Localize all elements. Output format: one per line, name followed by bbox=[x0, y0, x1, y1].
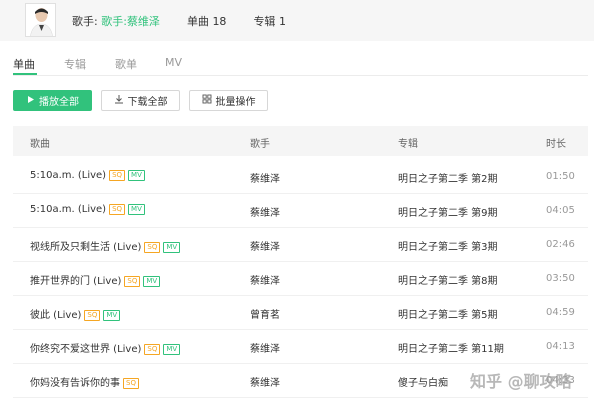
song-duration: 04:13 bbox=[546, 341, 575, 352]
song-title[interactable]: 你终究不爱这世界 (Live) bbox=[30, 344, 141, 355]
artist-header-bar: 歌手: 歌手:蔡维泽 单曲 18 专辑 1 bbox=[0, 0, 594, 41]
mv-badge[interactable]: MV bbox=[143, 276, 161, 287]
song-title-cell: 你妈没有告诉你的事 SQ bbox=[30, 374, 139, 389]
sq-badge: SQ bbox=[144, 242, 161, 253]
song-duration: 02:46 bbox=[546, 239, 575, 250]
play-all-button[interactable]: 播放全部 bbox=[13, 90, 92, 111]
mv-badge[interactable]: MV bbox=[128, 204, 145, 215]
play-icon bbox=[26, 95, 35, 107]
song-duration: 03:50 bbox=[546, 273, 575, 284]
song-artist[interactable]: 蔡维泽 bbox=[250, 374, 280, 389]
zhihu-watermark: 知乎 @聊攻略 bbox=[470, 372, 572, 391]
song-row[interactable]: 5:10a.m. (Live) SQ MV 蔡维泽 明日之子第二季 第2期 01:5… bbox=[13, 160, 588, 194]
song-artist[interactable]: 蔡维泽 bbox=[250, 272, 280, 287]
artist-info: 歌手: 歌手:蔡维泽 单曲 18 专辑 1 bbox=[72, 13, 286, 29]
song-duration: 04:05 bbox=[546, 205, 575, 216]
song-row[interactable]: 彼此 (Live) SQ MV 曾育茗 明日之子第二季 第5期 04:59 bbox=[13, 296, 588, 330]
column-header-artist: 歌手 bbox=[250, 139, 270, 150]
song-row[interactable]: 你终究不爱这世界 (Live) SQ MV 蔡维泽 明日之子第二季 第11期 04:… bbox=[13, 330, 588, 364]
tab-albums[interactable]: 专辑 bbox=[64, 56, 86, 72]
sq-badge: SQ bbox=[109, 170, 126, 181]
song-title-cell: 推开世界的门 (Live) SQ MV bbox=[30, 272, 161, 287]
song-row[interactable]: 视线所及只剩生活 (Live) SQ MV 蔡维泽 明日之子第二季 第3期 02:4… bbox=[13, 228, 588, 262]
singer-label: 歌手: bbox=[72, 15, 98, 28]
song-album[interactable]: 明日之子第二季 第11期 bbox=[398, 340, 504, 355]
singles-count: 18 bbox=[212, 15, 227, 28]
song-album[interactable]: 明日之子第二季 第3期 bbox=[398, 238, 498, 253]
sq-badge: SQ bbox=[123, 378, 139, 389]
mv-badge[interactable]: MV bbox=[163, 344, 181, 355]
song-title-cell: 视线所及只剩生活 (Live) SQ MV bbox=[30, 238, 181, 253]
song-table-header: 歌曲 歌手 专辑 时长 bbox=[13, 126, 588, 156]
mv-badge[interactable]: MV bbox=[128, 170, 145, 181]
song-artist[interactable]: 曾育茗 bbox=[250, 306, 280, 321]
song-title[interactable]: 5:10a.m. (Live) bbox=[30, 204, 106, 215]
sq-badge: SQ bbox=[124, 276, 141, 287]
grid-icon bbox=[202, 94, 212, 107]
singer-label-highlight[interactable]: 歌手: bbox=[101, 15, 127, 28]
batch-operation-button[interactable]: 批量操作 bbox=[189, 90, 268, 111]
column-header-song: 歌曲 bbox=[30, 139, 50, 150]
song-title[interactable]: 5:10a.m. (Live) bbox=[30, 170, 106, 181]
batch-operation-label: 批量操作 bbox=[215, 97, 256, 108]
song-title[interactable]: 视线所及只剩生活 (Live) bbox=[30, 242, 141, 253]
singles-label: 单曲 bbox=[186, 15, 209, 28]
play-all-label: 播放全部 bbox=[39, 97, 79, 108]
song-title-cell: 彼此 (Live) SQ MV bbox=[30, 306, 121, 321]
song-title-cell: 5:10a.m. (Live) SQ MV bbox=[30, 170, 145, 181]
column-header-album: 专辑 bbox=[398, 139, 418, 150]
song-artist[interactable]: 蔡维泽 bbox=[250, 340, 280, 355]
sq-badge: SQ bbox=[109, 204, 126, 215]
song-album[interactable]: 明日之子第二季 第5期 bbox=[398, 306, 498, 321]
download-all-button[interactable]: 下载全部 bbox=[101, 90, 180, 111]
song-album[interactable]: 明日之子第二季 第8期 bbox=[398, 272, 498, 287]
singer-name[interactable]: 蔡维泽 bbox=[127, 15, 160, 28]
tab-playlists[interactable]: 歌单 bbox=[115, 56, 137, 72]
song-row[interactable]: 推开世界的门 (Live) SQ MV 蔡维泽 明日之子第二季 第8期 03:50 bbox=[13, 262, 588, 296]
song-title[interactable]: 推开世界的门 (Live) bbox=[30, 276, 121, 287]
tab-singles[interactable]: 单曲 bbox=[13, 56, 35, 72]
sq-badge: SQ bbox=[84, 310, 101, 321]
albums-count: 1 bbox=[278, 15, 286, 28]
song-title-cell: 5:10a.m. (Live) SQ MV bbox=[30, 204, 145, 215]
mv-badge[interactable]: MV bbox=[163, 242, 181, 253]
song-title[interactable]: 彼此 (Live) bbox=[30, 310, 81, 321]
download-icon bbox=[114, 94, 124, 107]
tabs-divider bbox=[13, 75, 588, 76]
song-artist[interactable]: 蔡维泽 bbox=[250, 204, 280, 219]
song-album[interactable]: 明日之子第二季 第2期 bbox=[398, 170, 498, 185]
artist-avatar[interactable] bbox=[25, 3, 56, 37]
song-row[interactable]: 5:10a.m. (Live) SQ MV 蔡维泽 明日之子第二季 第9期 04:0… bbox=[13, 194, 588, 228]
song-artist[interactable]: 蔡维泽 bbox=[250, 170, 280, 185]
column-header-duration: 时长 bbox=[546, 139, 566, 150]
albums-label: 专辑 bbox=[253, 15, 276, 28]
mv-badge[interactable]: MV bbox=[103, 310, 121, 321]
song-duration: 04:59 bbox=[546, 307, 575, 318]
sq-badge: SQ bbox=[144, 344, 161, 355]
song-title-cell: 你终究不爱这世界 (Live) SQ MV bbox=[30, 340, 181, 355]
song-album[interactable]: 傻子与白痴 bbox=[398, 374, 448, 389]
song-title[interactable]: 你妈没有告诉你的事 bbox=[30, 378, 120, 389]
song-duration: 01:50 bbox=[546, 171, 575, 182]
song-artist[interactable]: 蔡维泽 bbox=[250, 238, 280, 253]
tab-mv[interactable]: MV bbox=[165, 56, 182, 69]
song-album[interactable]: 明日之子第二季 第9期 bbox=[398, 204, 498, 219]
download-all-label: 下载全部 bbox=[127, 97, 168, 108]
